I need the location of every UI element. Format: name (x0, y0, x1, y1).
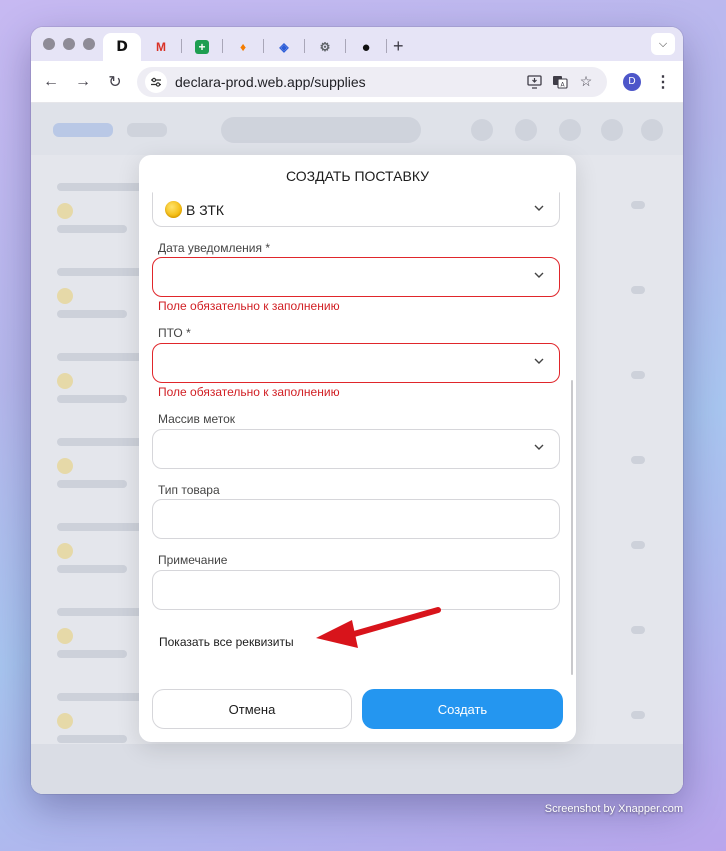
blurred-tab (127, 123, 167, 137)
close-window-button[interactable] (43, 38, 55, 50)
chevron-down-icon: ⌵ (658, 37, 668, 50)
notification-date-error: Поле обязательно к заполнению (158, 299, 340, 313)
address-bar[interactable]: declara-prod.web.app/supplies A ☆ (137, 66, 607, 97)
chevron-down-icon (533, 441, 547, 455)
create-button[interactable]: Создать (362, 689, 563, 729)
tab-github[interactable]: ● (346, 33, 386, 61)
tab-strip: D M + ♦ ◈ ⚙ ● + ⌵ (31, 27, 683, 61)
arrow-right-icon: → (75, 72, 91, 90)
browser-menu-icon[interactable]: ⋮ (655, 72, 671, 92)
chevron-down-icon (533, 355, 547, 369)
tab-firebase[interactable]: ♦ (223, 33, 263, 61)
window-controls (43, 38, 95, 50)
show-all-details-link[interactable]: Показать все реквизиты (159, 635, 294, 649)
tab-declara[interactable]: D (103, 33, 141, 61)
status-select[interactable]: В ЗТК (152, 192, 560, 227)
blurred-search (221, 117, 421, 143)
blurred-icon (515, 119, 537, 141)
install-app-icon[interactable] (521, 74, 547, 89)
google-sheets-icon: + (195, 40, 209, 54)
translate-icon[interactable]: A (547, 75, 573, 89)
notification-date-select[interactable] (152, 257, 560, 297)
product-type-input[interactable] (152, 499, 560, 539)
tags-array-select[interactable] (152, 429, 560, 469)
blurred-bottom-nav (31, 744, 683, 794)
url-text[interactable]: declara-prod.web.app/supplies (175, 74, 521, 90)
back-button[interactable]: ← (35, 66, 67, 98)
site-info-icon[interactable] (145, 70, 167, 93)
maximize-window-button[interactable] (83, 38, 95, 50)
chevron-down-icon (533, 269, 547, 283)
notification-date-label: Дата уведомления * (158, 241, 270, 255)
chevron-down-icon (533, 202, 547, 216)
red-annotation-arrow (316, 607, 441, 648)
profile-avatar[interactable]: D (623, 72, 641, 91)
tab-sheets[interactable]: + (182, 33, 222, 61)
status-yellow-dot-icon (165, 201, 182, 218)
pto-select[interactable] (152, 343, 560, 383)
tab-gmail[interactable]: M (141, 33, 181, 61)
product-type-label: Тип товара (158, 483, 220, 497)
blurred-icon (471, 119, 493, 141)
gmail-icon: M (156, 40, 166, 54)
forward-button[interactable]: → (67, 66, 99, 98)
chrome-settings-icon: ⚙ (319, 40, 331, 54)
dialog-scrollbar[interactable] (571, 380, 573, 675)
watermark-text: Screenshot by Xnapper.com (544, 803, 683, 815)
dialog-title: СОЗДАТЬ ПОСТАВКУ (285, 168, 430, 184)
blurred-icon (559, 119, 581, 141)
pto-error: Поле обязательно к заполнению (158, 385, 340, 399)
tab-separator (386, 39, 387, 53)
tab-bitwarden[interactable]: ◈ (264, 33, 304, 61)
create-supply-dialog: СОЗДАТЬ ПОСТАВКУ В ЗТК Дата уведомления … (139, 155, 576, 742)
bookmark-star-icon[interactable]: ☆ (573, 73, 599, 90)
tab-search-button[interactable]: ⌵ (651, 33, 675, 55)
blurred-tab (53, 123, 113, 137)
blurred-icon (641, 119, 663, 141)
github-icon: ● (361, 38, 371, 56)
tags-array-label: Массив меток (158, 412, 236, 426)
blurred-icon (601, 119, 623, 141)
arrow-left-icon: ← (43, 72, 59, 90)
tab-settings[interactable]: ⚙ (305, 33, 345, 61)
cancel-button[interactable]: Отмена (152, 689, 352, 729)
browser-toolbar: ← → ↻ declara-prod.web.app/supplies A ☆ … (31, 61, 683, 103)
note-label: Примечание (158, 553, 228, 567)
minimize-window-button[interactable] (63, 38, 75, 50)
status-select-value: В ЗТК (186, 201, 225, 218)
page-header-blurred (31, 103, 683, 155)
pto-label: ПТО * (158, 326, 191, 340)
firebase-icon: ♦ (239, 40, 247, 54)
new-tab-button[interactable]: + (393, 36, 404, 57)
bitwarden-icon: ◈ (279, 40, 289, 54)
reload-icon: ↻ (108, 73, 122, 91)
declara-logo-icon: D (114, 39, 130, 55)
reload-button[interactable]: ↻ (99, 66, 131, 98)
